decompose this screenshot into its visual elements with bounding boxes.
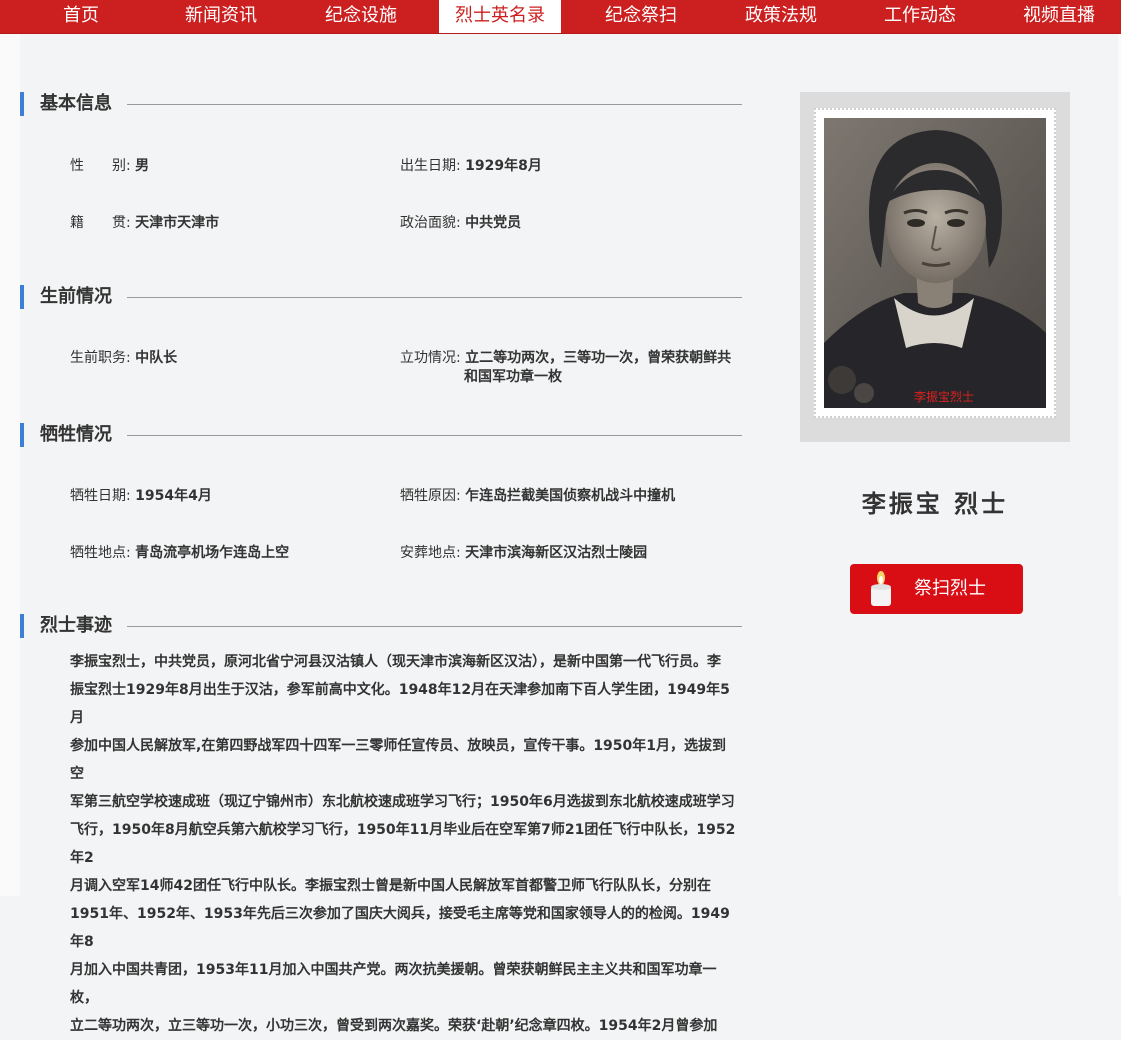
burial-place-value: 天津市滨海新区汉沽烈士陵园	[465, 545, 648, 561]
section-title: 烈士事迹	[40, 615, 112, 636]
deeds-line: 1951年、1952年、1953年先后三次参加了国庆大阅兵，接受毛主席等党和国家…	[70, 906, 730, 950]
nav-policies[interactable]: 政策法规	[730, 0, 832, 33]
section-basic-info-header: 基本信息	[20, 92, 742, 116]
native-place-value: 天津市天津市	[135, 215, 220, 231]
nav-martyrs-list[interactable]: 烈士英名录	[439, 0, 561, 33]
section-life-header: 生前情况	[20, 285, 742, 309]
nav-live-video[interactable]: 视频直播	[1008, 0, 1110, 33]
birth-label: 出生日期:	[400, 158, 461, 174]
merit-field: 立功情况: 立二等功两次，三等功一次，曾荣获朝鲜共	[400, 349, 731, 368]
top-nav: 首页 新闻资讯 纪念设施 烈士英名录 纪念祭扫 政策法规 工作动态 视频直播	[0, 0, 1121, 34]
native-place-field: 籍 贯: 天津市天津市	[70, 214, 219, 233]
martyr-photo-panel: 李振宝烈士	[800, 92, 1070, 442]
nav-work-updates[interactable]: 工作动态	[869, 0, 971, 33]
section-divider	[127, 297, 742, 298]
tribute-button[interactable]: 祭扫烈士	[850, 564, 1023, 614]
section-deeds-header: 烈士事迹	[20, 614, 742, 638]
section-accent-bar	[20, 92, 24, 116]
native-place-label: 籍 贯:	[70, 215, 131, 231]
sacrifice-date-value: 1954年4月	[135, 488, 212, 504]
martyr-photo: 李振宝烈士	[814, 108, 1056, 418]
post-value: 中队长	[135, 350, 178, 366]
deeds-line: 李振宝烈士，中共党员，原河北省宁河县汉沽镇人（现天津市滨海新区汉沽），是新中国第…	[70, 654, 721, 670]
deeds-text: 李振宝烈士，中共党员，原河北省宁河县汉沽镇人（现天津市滨海新区汉沽），是新中国第…	[70, 648, 740, 1040]
nav-home[interactable]: 首页	[40, 0, 122, 33]
nav-news[interactable]: 新闻资讯	[170, 0, 272, 33]
sacrifice-place-label: 牺牲地点:	[70, 545, 131, 561]
sacrifice-reason-label: 牺牲原因:	[400, 488, 461, 504]
photo-caption: 李振宝烈士	[914, 389, 974, 404]
sacrifice-place-value: 青岛流亭机场乍连岛上空	[135, 545, 290, 561]
page-left-margin	[0, 34, 20, 896]
burial-place-field: 安葬地点: 天津市滨海新区汉沽烈士陵园	[400, 544, 647, 563]
section-accent-bar	[20, 285, 24, 309]
deeds-line: 飞行，1950年8月航空兵第六航校学习飞行，1950年11月毕业后在空军第7师2…	[70, 822, 736, 866]
deeds-line: 参加中国人民解放军,在第四野战军四十四军一三零师任宣传员、放映员，宣传干事。19…	[70, 738, 727, 782]
martyr-name: 李振宝 烈士	[861, 490, 1009, 518]
portrait-image: 李振宝烈士	[824, 118, 1046, 408]
political-status-label: 政治面貌:	[400, 215, 461, 231]
section-divider	[127, 435, 742, 436]
merit-value-line1: 立二等功两次，三等功一次，曾荣获朝鲜共	[465, 350, 732, 366]
birth-value: 1929年8月	[465, 158, 542, 174]
section-title: 基本信息	[40, 93, 112, 114]
candle-icon	[871, 571, 891, 606]
section-sacrifice-header: 牺牲情况	[20, 423, 742, 447]
deeds-line: 军第三航空学校速成班（现辽宁锦州市）东北航校速成班学习飞行；1950年6月选拔到…	[70, 794, 735, 810]
section-accent-bar	[20, 423, 24, 447]
tribute-button-label: 祭扫烈士	[914, 578, 986, 599]
political-status-value: 中共党员	[465, 215, 522, 231]
section-title: 生前情况	[40, 286, 112, 307]
sacrifice-date-label: 牺牲日期:	[70, 488, 131, 504]
section-divider	[127, 626, 742, 627]
birth-field: 出生日期: 1929年8月	[400, 157, 542, 176]
sacrifice-reason-field: 牺牲原因: 乍连岛拦截美国侦察机战斗中撞机	[400, 487, 675, 506]
gender-label: 性 别:	[70, 158, 131, 174]
sacrifice-reason-value: 乍连岛拦截美国侦察机战斗中撞机	[465, 488, 676, 504]
nav-memorial-facilities[interactable]: 纪念设施	[310, 0, 412, 33]
nav-memorial-tribute[interactable]: 纪念祭扫	[590, 0, 692, 33]
gender-value: 男	[135, 158, 150, 174]
deeds-line: 立二等功两次，立三等功一次，小功三次，曾受到两次嘉奖。荣获‘赴朝’纪念章四枚。1…	[70, 1018, 718, 1034]
section-accent-bar	[20, 614, 24, 638]
deeds-line: 振宝烈士1929年8月出生于汉沽，参军前高中文化。1948年12月在天津参加南下…	[70, 682, 730, 726]
sacrifice-place-field: 牺牲地点: 青岛流亭机场乍连岛上空	[70, 544, 289, 563]
gender-field: 性 别: 男	[70, 157, 149, 176]
section-title: 牺牲情况	[40, 424, 112, 445]
sacrifice-date-field: 牺牲日期: 1954年4月	[70, 487, 212, 506]
political-status-field: 政治面貌: 中共党员	[400, 214, 521, 233]
post-field: 生前职务: 中队长	[70, 349, 177, 368]
merit-field-continued: 和国军功章一枚	[464, 368, 562, 387]
post-label: 生前职务:	[70, 350, 131, 366]
section-divider	[127, 104, 742, 105]
merit-value-line2: 和国军功章一枚	[464, 369, 562, 385]
burial-place-label: 安葬地点:	[400, 545, 461, 561]
deeds-line: 月加入中国共青团，1953年11月加入中国共产党。两次抗美援朝。曾荣获朝鲜民主主…	[70, 962, 717, 1006]
merit-label: 立功情况:	[400, 350, 461, 366]
